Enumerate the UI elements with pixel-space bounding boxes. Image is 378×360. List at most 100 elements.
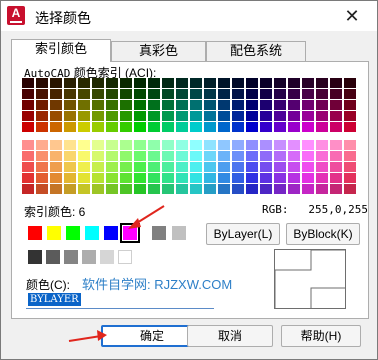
aci-swatch[interactable] xyxy=(302,140,314,150)
aci-swatch[interactable] xyxy=(232,111,244,121)
aci-swatch[interactable] xyxy=(148,173,160,183)
aci-swatch[interactable] xyxy=(302,151,314,161)
aci-swatch[interactable] xyxy=(246,151,258,161)
aci-swatch[interactable] xyxy=(288,100,300,110)
aci-swatch[interactable] xyxy=(218,140,230,150)
standard-color-swatch[interactable] xyxy=(85,226,99,240)
aci-swatch[interactable] xyxy=(148,151,160,161)
aci-swatch[interactable] xyxy=(50,151,62,161)
aci-swatch[interactable] xyxy=(92,151,104,161)
aci-swatch[interactable] xyxy=(36,89,48,99)
aci-swatch[interactable] xyxy=(162,151,174,161)
aci-swatch[interactable] xyxy=(162,111,174,121)
standard-color-swatch[interactable] xyxy=(47,226,61,240)
aci-swatch[interactable] xyxy=(190,173,202,183)
aci-swatch[interactable] xyxy=(190,111,202,121)
aci-swatch[interactable] xyxy=(344,151,356,161)
aci-swatch[interactable] xyxy=(316,111,328,121)
tab-true-color[interactable]: 真彩色 xyxy=(111,41,206,61)
aci-swatch[interactable] xyxy=(344,140,356,150)
aci-swatch[interactable] xyxy=(120,151,132,161)
byblock-button[interactable]: ByBlock(K) xyxy=(286,223,360,245)
aci-swatch[interactable] xyxy=(232,173,244,183)
aci-swatch[interactable] xyxy=(22,151,34,161)
aci-swatch[interactable] xyxy=(218,78,230,88)
aci-swatch[interactable] xyxy=(288,184,300,194)
aci-swatch[interactable] xyxy=(50,100,62,110)
aci-swatch[interactable] xyxy=(22,100,34,110)
aci-swatch[interactable] xyxy=(330,122,342,132)
aci-swatch[interactable] xyxy=(260,89,272,99)
aci-swatch[interactable] xyxy=(288,89,300,99)
aci-swatch[interactable] xyxy=(246,78,258,88)
aci-swatch[interactable] xyxy=(274,184,286,194)
aci-swatch[interactable] xyxy=(134,122,146,132)
aci-swatch[interactable] xyxy=(190,162,202,172)
aci-swatch[interactable] xyxy=(232,184,244,194)
aci-swatch[interactable] xyxy=(36,151,48,161)
gray-color-swatch[interactable] xyxy=(100,250,114,264)
aci-swatch[interactable] xyxy=(22,173,34,183)
aci-swatch[interactable] xyxy=(64,111,76,121)
gray-color-swatch[interactable] xyxy=(82,250,96,264)
aci-swatch[interactable] xyxy=(92,162,104,172)
aci-swatch[interactable] xyxy=(22,111,34,121)
aci-swatch[interactable] xyxy=(134,173,146,183)
aci-swatch[interactable] xyxy=(330,173,342,183)
aci-swatch[interactable] xyxy=(106,78,118,88)
aci-swatch[interactable] xyxy=(260,122,272,132)
aci-swatch[interactable] xyxy=(106,173,118,183)
aci-swatch[interactable] xyxy=(64,173,76,183)
aci-swatch[interactable] xyxy=(134,100,146,110)
aci-swatch[interactable] xyxy=(148,162,160,172)
aci-swatch[interactable] xyxy=(260,151,272,161)
aci-swatch[interactable] xyxy=(176,151,188,161)
aci-swatch[interactable] xyxy=(190,122,202,132)
aci-swatch[interactable] xyxy=(330,78,342,88)
aci-swatch[interactable] xyxy=(134,184,146,194)
aci-swatch[interactable] xyxy=(162,100,174,110)
aci-swatch[interactable] xyxy=(274,162,286,172)
aci-swatch[interactable] xyxy=(344,162,356,172)
aci-swatch[interactable] xyxy=(246,89,258,99)
aci-swatch[interactable] xyxy=(190,184,202,194)
aci-swatch[interactable] xyxy=(36,111,48,121)
aci-swatch[interactable] xyxy=(64,89,76,99)
aci-swatch[interactable] xyxy=(218,173,230,183)
aci-swatch[interactable] xyxy=(92,89,104,99)
aci-swatch[interactable] xyxy=(176,122,188,132)
aci-swatch[interactable] xyxy=(260,184,272,194)
aci-swatch[interactable] xyxy=(344,89,356,99)
aci-swatch[interactable] xyxy=(232,100,244,110)
aci-swatch[interactable] xyxy=(106,111,118,121)
aci-swatch[interactable] xyxy=(148,184,160,194)
close-button[interactable]: ✕ xyxy=(341,5,363,27)
aci-swatch[interactable] xyxy=(204,111,216,121)
aci-swatch[interactable] xyxy=(330,151,342,161)
aci-swatch[interactable] xyxy=(344,100,356,110)
aci-swatch[interactable] xyxy=(288,111,300,121)
aci-swatch[interactable] xyxy=(134,162,146,172)
aci-swatch[interactable] xyxy=(64,100,76,110)
aci-swatch[interactable] xyxy=(176,78,188,88)
aci-swatch[interactable] xyxy=(120,100,132,110)
aci-swatch[interactable] xyxy=(288,122,300,132)
aci-swatch[interactable] xyxy=(120,122,132,132)
aci-swatch[interactable] xyxy=(274,122,286,132)
aci-swatch[interactable] xyxy=(50,78,62,88)
aci-swatch[interactable] xyxy=(106,151,118,161)
aci-swatch[interactable] xyxy=(92,173,104,183)
aci-swatch[interactable] xyxy=(78,162,90,172)
aci-swatch[interactable] xyxy=(316,173,328,183)
aci-swatch[interactable] xyxy=(148,100,160,110)
aci-swatch[interactable] xyxy=(218,151,230,161)
aci-swatch[interactable] xyxy=(120,173,132,183)
aci-swatch[interactable] xyxy=(176,89,188,99)
aci-swatch[interactable] xyxy=(120,184,132,194)
aci-swatch[interactable] xyxy=(316,184,328,194)
aci-swatch[interactable] xyxy=(260,162,272,172)
aci-swatch[interactable] xyxy=(120,140,132,150)
gray-color-swatch[interactable] xyxy=(28,250,42,264)
aci-swatch[interactable] xyxy=(274,89,286,99)
aci-swatch[interactable] xyxy=(330,140,342,150)
